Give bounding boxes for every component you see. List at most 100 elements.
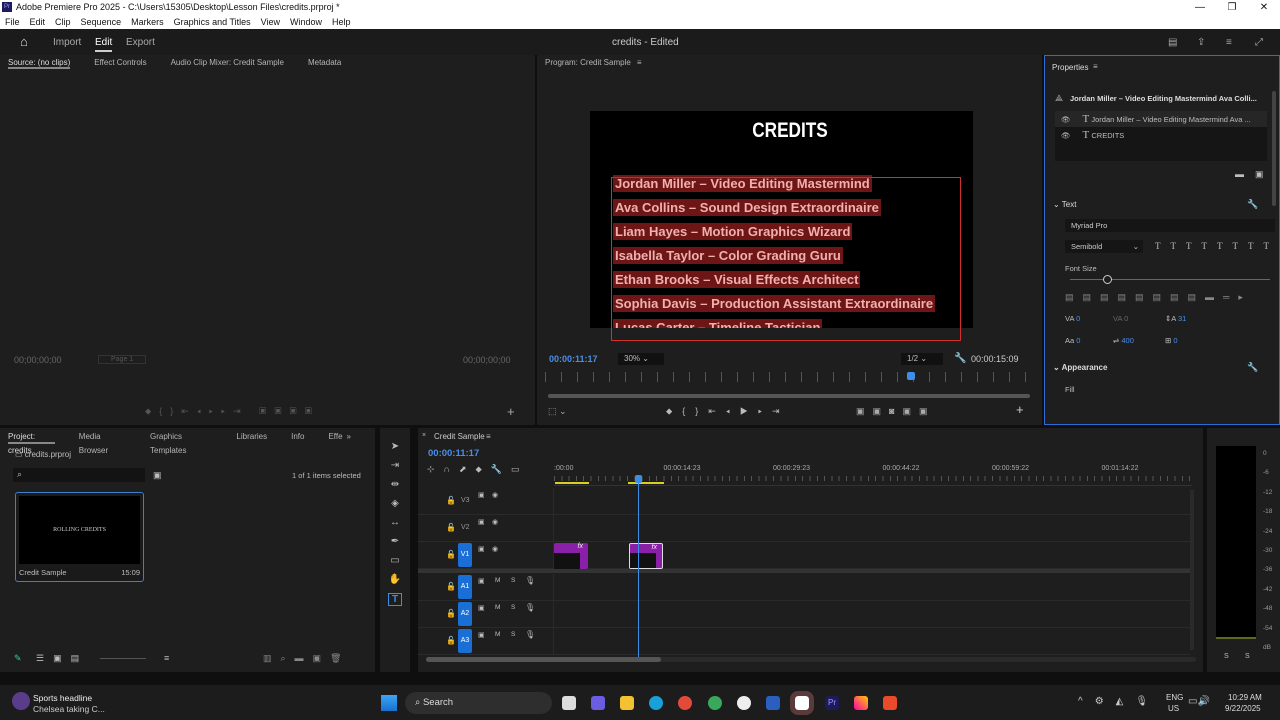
source-transport-controls[interactable]: ⬥{}⇤◂▸▸⇥ ▣▣▣▣ [145,406,320,417]
menu-graphics[interactable]: Graphics and Titles [174,15,251,29]
kerning-control[interactable]: VA 0 [1065,314,1080,323]
program-playhead[interactable] [907,372,915,380]
mute-button[interactable]: M [495,631,500,638]
taskbar-search[interactable]: ⌕ Search [405,692,552,714]
premiere-taskbar-icon[interactable]: Pr [825,696,839,710]
program-transport-controls[interactable]: ⬥{}⇤◂▶▸⇥ [666,406,790,417]
chrome-alt-icon[interactable] [708,696,722,710]
layer-item[interactable]: 👁 T CREDITS [1055,127,1267,143]
menu-view[interactable]: View [261,15,280,29]
copilot-icon[interactable] [591,696,605,710]
solo-button[interactable]: S [511,631,515,638]
program-timecode[interactable]: 00:00:11:17 [549,354,598,364]
font-size-slider-thumb[interactable] [1103,275,1112,284]
tab-libraries[interactable]: Libraries [236,430,267,444]
export-tab[interactable]: Export [126,37,155,48]
track-v1[interactable]: 🔓 V1 ▣ ◉ [418,542,1190,569]
pencil-icon[interactable]: ✎ [14,653,22,664]
wrench-icon[interactable]: 🔧 [1247,362,1258,373]
capcut-icon[interactable] [790,691,814,715]
source-timecode[interactable]: 00;00;00;00 [14,355,62,365]
home-icon[interactable]: ⌂ [20,34,28,49]
indent-value[interactable]: 0 [1173,336,1177,345]
new-layer-icon[interactable]: ▣ [1255,169,1264,180]
close-tab-icon[interactable]: × [422,432,426,439]
menu-help[interactable]: Help [332,15,351,29]
tab-sequence[interactable]: Credit Sample [434,432,485,441]
app-icon[interactable] [883,696,897,710]
wrench-icon[interactable]: 🔧 [1247,199,1258,210]
edit-tab[interactable]: Edit [95,37,113,52]
program-time-ruler[interactable] [545,372,1033,382]
properties-scrollbar[interactable] [1272,91,1276,206]
add-button[interactable]: + [1016,402,1024,417]
leading-control[interactable]: ⇕A 31 [1165,314,1186,323]
panel-menu-icon[interactable]: ≡ [486,432,491,441]
track-label[interactable]: V1 [458,543,472,567]
news-headline[interactable]: Sports headline [33,693,92,703]
view-mode-buttons[interactable]: ☰▣▤ [36,653,88,664]
eye-icon[interactable]: 👁 [1061,131,1071,140]
tracking-control[interactable]: VA 0 [1113,314,1128,323]
track-label[interactable]: A1 [458,575,472,599]
lock-icon[interactable]: 🔓 [446,496,456,505]
selection-tool-icon[interactable]: ➤ [391,441,399,452]
appearance-section-header[interactable]: ⌄ Appearance [1053,363,1107,372]
indent-control[interactable]: ⊞ 0 [1165,336,1178,345]
font-size-slider[interactable] [1070,279,1270,280]
mute-button[interactable]: M [495,577,500,584]
more-tabs-icon[interactable]: » [347,430,351,444]
pen-tool-icon[interactable]: ✒ [391,536,399,547]
eye-icon[interactable]: ◉ [492,491,498,499]
file-explorer-icon[interactable] [620,696,634,710]
solo-button[interactable]: S [511,604,515,611]
new-folder-icon[interactable]: ▬ [1235,169,1244,179]
news-subtitle[interactable]: Chelsea taking C... [33,704,105,714]
ripple-edit-tool-icon[interactable]: ⇹ [391,479,399,490]
menu-sequence[interactable]: Sequence [81,15,122,29]
layer-item[interactable]: 👁 T Jordan Miller – Video Editing Masterm… [1055,111,1267,127]
photos-icon[interactable] [854,696,868,710]
ruler-ticks[interactable] [554,476,1190,481]
video-audio-divider[interactable] [418,569,1190,573]
sync-lock-icon[interactable]: ▣ [478,545,485,553]
eye-icon[interactable]: 👁 [1061,115,1071,124]
lock-icon[interactable]: 🔓 [446,582,456,591]
tsume-value[interactable]: 400 [1121,336,1134,345]
lock-icon[interactable]: 🔓 [446,636,456,645]
lock-icon[interactable]: 🔓 [446,523,456,532]
type-tool-icon[interactable]: T [387,593,403,606]
tab-effects[interactable]: Effe [328,430,342,444]
solo-left-button[interactable]: S [1224,653,1229,660]
scrollbar-thumb[interactable] [426,657,661,662]
font-style-select[interactable]: Semibold ⌄ [1065,240,1143,253]
text-style-buttons[interactable]: TTTTTTTT [1155,241,1279,251]
kerning-value[interactable]: 0 [1076,314,1080,323]
solo-right-button[interactable]: S [1245,653,1250,660]
timeline-horizontal-scrollbar[interactable] [426,657,1196,662]
word-icon[interactable] [766,696,780,710]
track-v2[interactable]: 🔓 V2 ▣ ◉ [418,515,1190,542]
resolution-select[interactable]: 1/2 ⌄ [901,353,943,365]
insert-overwrite-export-frame-buttons[interactable]: ▣▣◙▣▣ [856,406,935,417]
timeline-clip[interactable]: fx [554,543,588,569]
eye-icon[interactable]: ◉ [492,518,498,526]
system-tray-icons[interactable]: ^⚙◭🎙 [1078,696,1160,707]
track-a1[interactable]: 🔓 A1 ▣ M S 🎙 [418,574,1190,601]
maximize-button[interactable]: ❐ [1216,0,1248,15]
timeline-playhead[interactable] [635,475,642,483]
thumbnail-size-slider[interactable] [100,658,146,659]
search-input[interactable]: ⌕ [13,468,145,482]
timeline-vertical-scrollbar[interactable] [1190,490,1194,650]
timeline-clip-selected[interactable]: fx [629,543,663,569]
import-tab[interactable]: Import [53,37,81,48]
close-button[interactable]: ✕ [1248,0,1280,15]
sort-icon[interactable]: ≡ [164,653,169,663]
page-select[interactable]: Page 1 [98,355,147,364]
new-bin-icon[interactable]: ▣ [153,470,162,481]
slack-icon[interactable] [737,696,751,710]
region-indicator[interactable]: US [1168,704,1179,713]
sync-lock-icon[interactable]: ▣ [478,518,485,526]
solo-button[interactable]: S [511,577,515,584]
panel-menu-icon[interactable]: ≡ [1093,62,1098,71]
